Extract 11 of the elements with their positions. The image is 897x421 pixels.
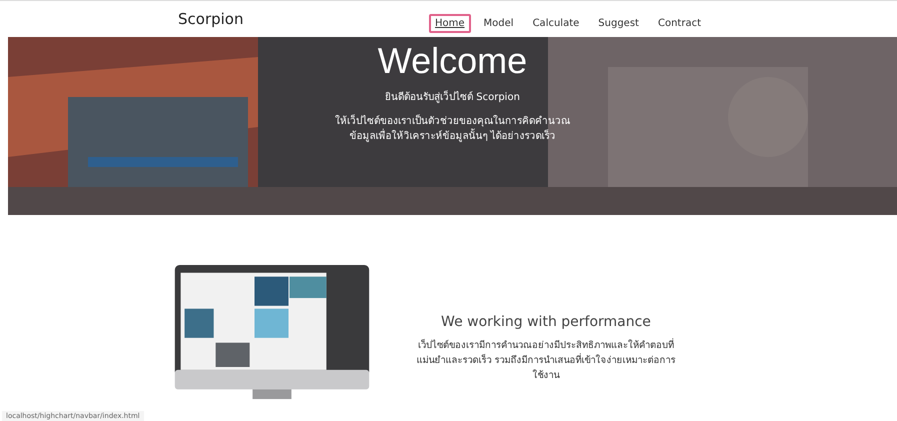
nav-link[interactable]: Suggest bbox=[592, 14, 645, 32]
brand-name[interactable]: Scorpion bbox=[178, 10, 244, 28]
nav-link[interactable]: Contract bbox=[652, 14, 707, 32]
hero-subtitle: ยินดีต้อนรับสู่เว็ปไซต์ Scorpion bbox=[385, 89, 520, 104]
section-heading: We working with performance bbox=[441, 314, 651, 330]
nav-link[interactable]: Model bbox=[478, 14, 520, 32]
hero-title: Welcome bbox=[378, 39, 528, 83]
hero-description: ให้เว็ปไซต์ของเราเป็นตัวช่วยของคุณในการคิดคำนวณ ข้อมูลเพื่อให้วิเคราะห์ข้อมูลนั้นๆ ได้อย่างรวดเร็ว bbox=[335, 114, 570, 144]
nav-link[interactable]: Calculate bbox=[526, 14, 586, 32]
nav-link[interactable]: Home bbox=[429, 14, 471, 32]
section-text: เว็ปไซต์ของเรามีการคำนวณอย่างมีประสิทธิภาพและให้คำตอบที่แม่นยำและรวดเร็ว รวมถึงมีการนำเสนอที่เข้าใจง่ายเหมาะต่อการใช้งาน bbox=[415, 338, 677, 382]
